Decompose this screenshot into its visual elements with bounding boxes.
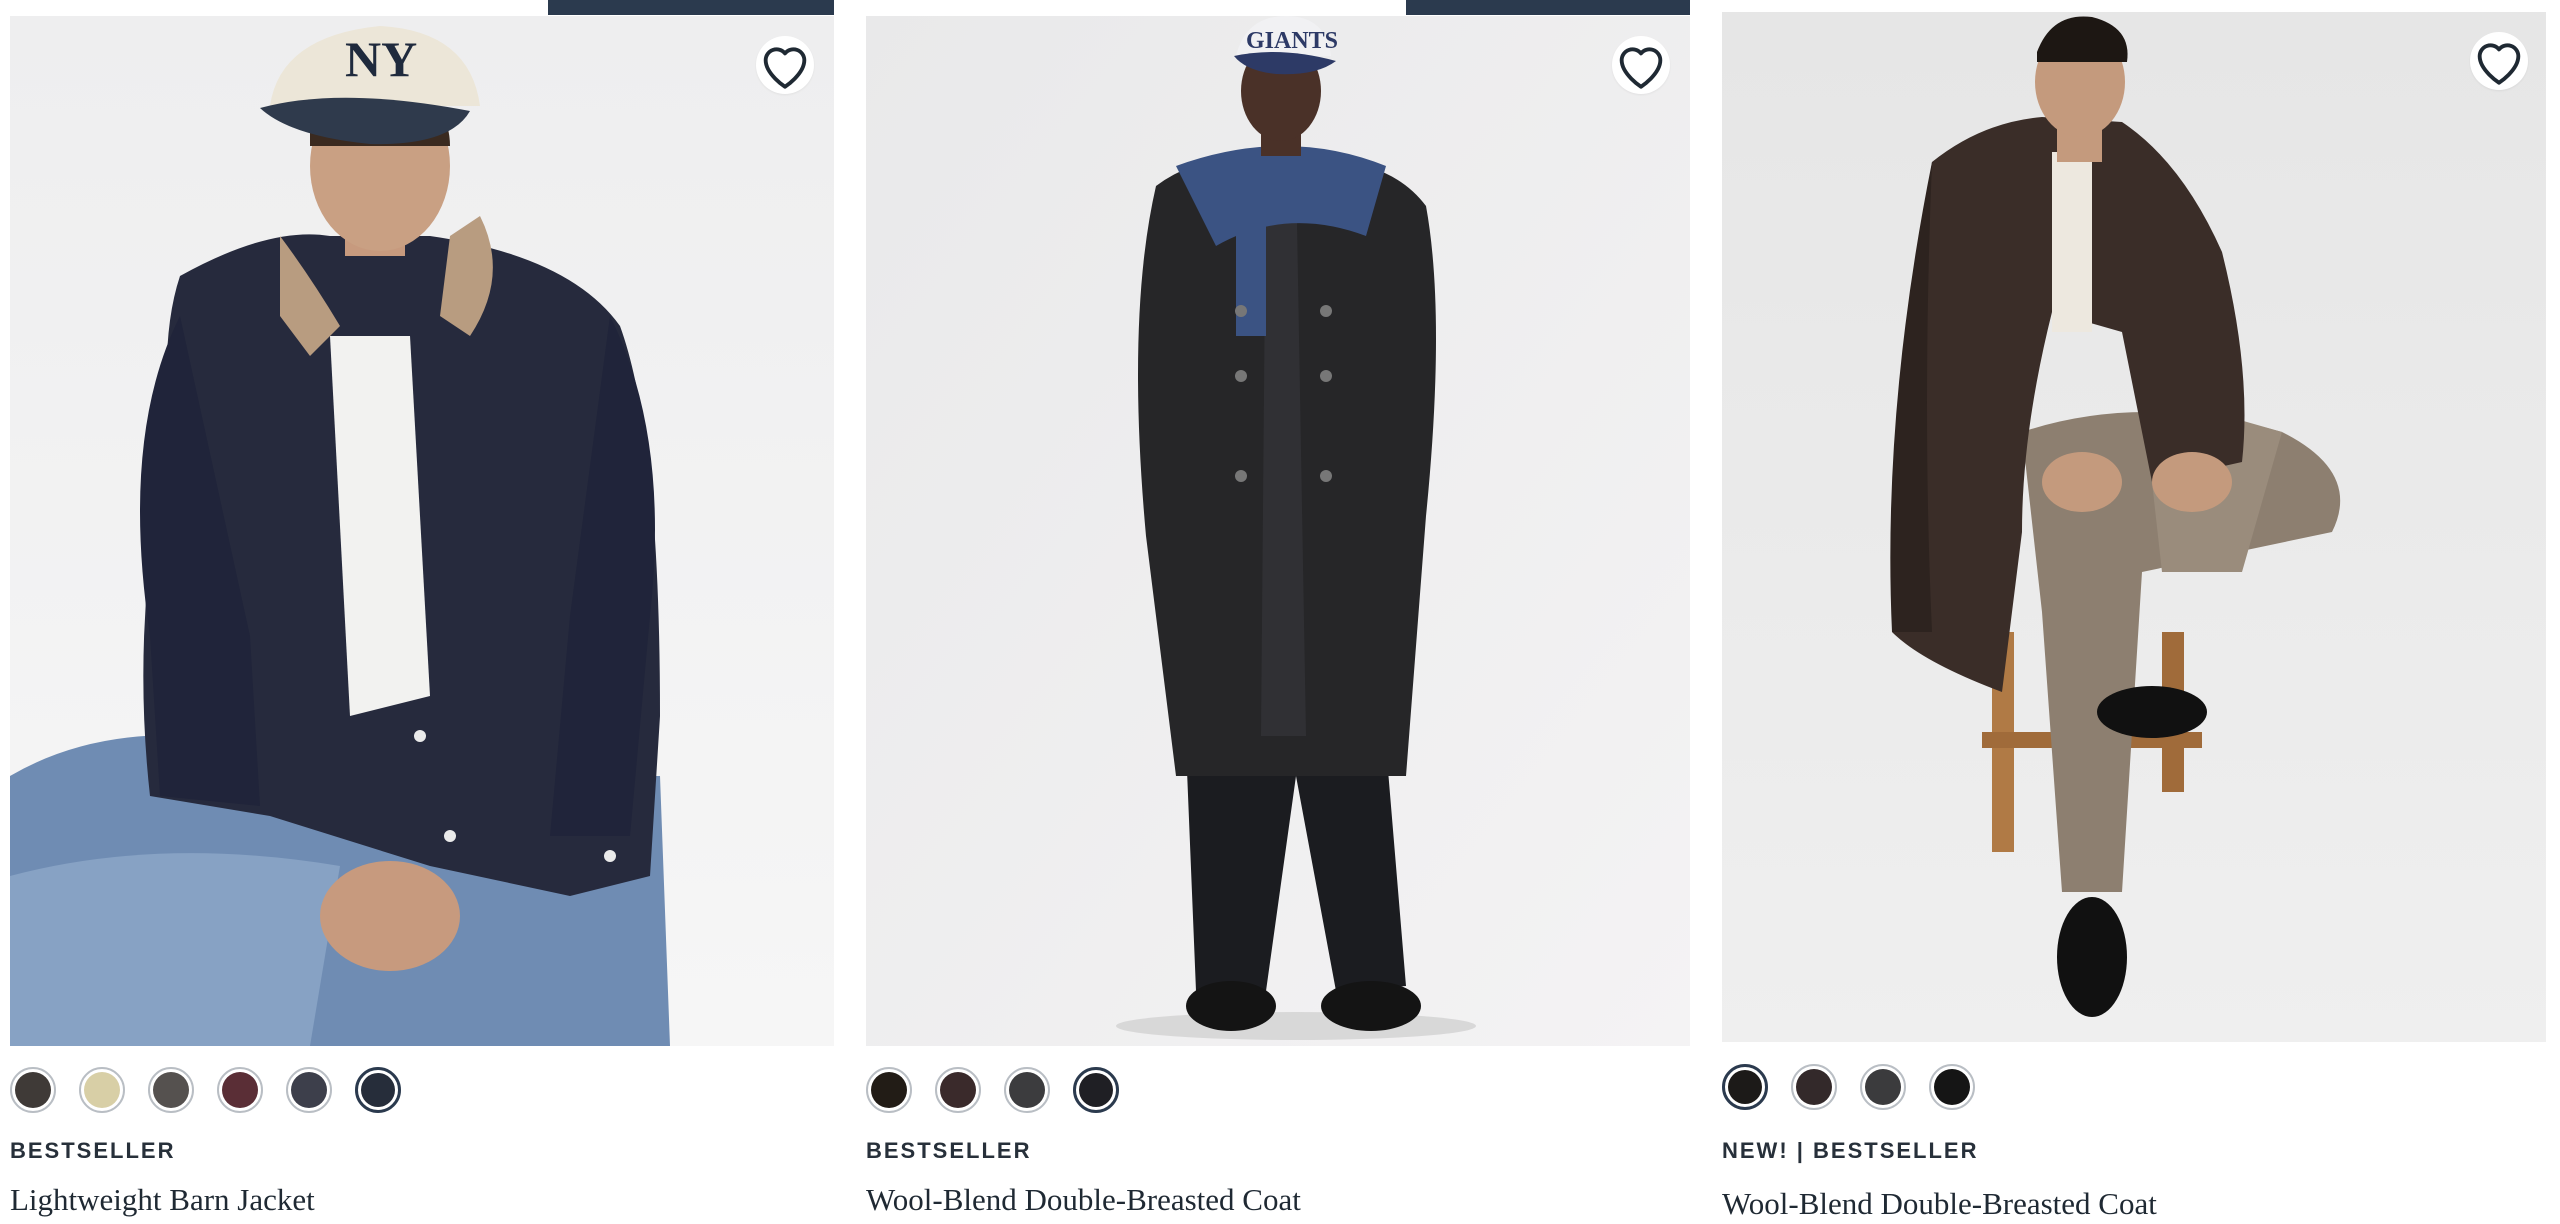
product-badge: NEW! | BESTSELLER [1722, 1138, 1979, 1163]
product-title[interactable]: Lightweight Barn Jacket [10, 1182, 315, 1218]
color-swatches [866, 1067, 1119, 1113]
product-image[interactable] [1722, 12, 2546, 1042]
tab-strip [1406, 0, 1690, 15]
product-card: NEW! | BESTSELLER Wool-Blend Double-Brea… [1722, 0, 2546, 1224]
color-swatch[interactable] [935, 1067, 981, 1113]
product-grid: NY BESTSELLER Lightweight Barn Jacket GI… [0, 0, 2560, 1224]
heart-icon [2477, 43, 2521, 85]
product-card: NY BESTSELLER Lightweight Barn Jacket [10, 0, 834, 1224]
color-swatch[interactable] [79, 1067, 125, 1113]
tab-strip [548, 0, 834, 15]
heart-icon [763, 47, 807, 89]
svg-text:GIANTS: GIANTS [1246, 28, 1338, 54]
product-badge: BESTSELLER [10, 1138, 176, 1163]
wishlist-button[interactable] [2470, 32, 2528, 90]
color-swatch-selected[interactable] [1722, 1064, 1768, 1110]
product-title[interactable]: Wool-Blend Double-Breasted Coat [1722, 1186, 2157, 1222]
color-swatch[interactable] [1004, 1067, 1050, 1113]
color-swatch[interactable] [148, 1067, 194, 1113]
heart-icon [1619, 47, 1663, 89]
product-badge: BESTSELLER [866, 1138, 1032, 1163]
color-swatch[interactable] [286, 1067, 332, 1113]
product-card: GIANTS BESTSELLER Wool-Blend Double-Brea… [866, 0, 1690, 1224]
wishlist-button[interactable] [1612, 36, 1670, 94]
color-swatch[interactable] [217, 1067, 263, 1113]
color-swatches [1722, 1064, 1975, 1110]
color-swatches [10, 1067, 401, 1113]
product-image[interactable]: NY [10, 16, 834, 1046]
product-title[interactable]: Wool-Blend Double-Breasted Coat [866, 1182, 1301, 1218]
color-swatch[interactable] [1860, 1064, 1906, 1110]
color-swatch[interactable] [1929, 1064, 1975, 1110]
color-swatch[interactable] [866, 1067, 912, 1113]
wishlist-button[interactable] [756, 36, 814, 94]
color-swatch-selected[interactable] [1073, 1067, 1119, 1113]
product-image[interactable]: GIANTS [866, 16, 1690, 1046]
color-swatch[interactable] [1791, 1064, 1837, 1110]
color-swatch[interactable] [10, 1067, 56, 1113]
color-swatch-selected[interactable] [355, 1067, 401, 1113]
svg-text:NY: NY [345, 31, 417, 87]
